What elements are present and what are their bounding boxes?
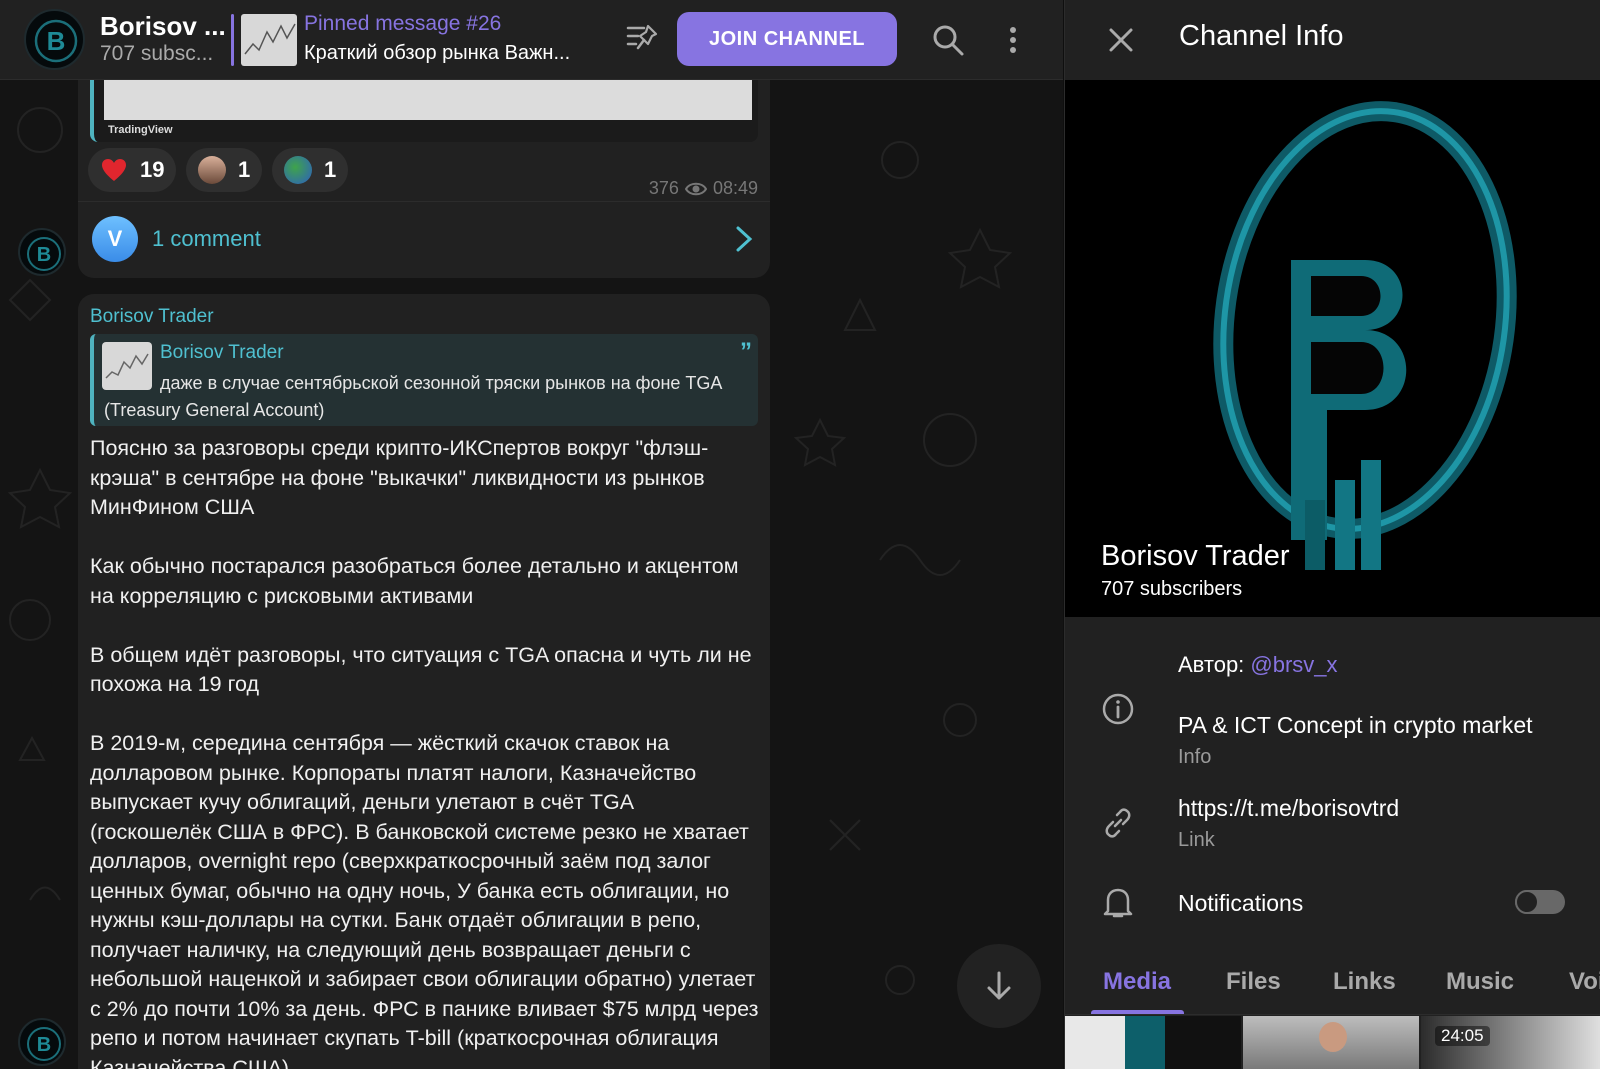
channel-avatar[interactable]: B (24, 9, 85, 70)
toggle-knob (1515, 890, 1539, 914)
tab-links[interactable]: Links (1333, 968, 1396, 996)
person-sticker-icon (198, 156, 226, 184)
reaction-count: 1 (324, 157, 337, 182)
channel-info-panel: Channel Info Borisov Trader 707 subscrib… (1064, 0, 1600, 1069)
pinned-indicator (231, 14, 234, 66)
chat-header: B Borisov ... 707 subsc... Pinned messag… (0, 0, 1063, 80)
svg-text:B: B (37, 1034, 51, 1056)
message-text: Поясню за разговоры среди крипто-ИКСперт… (90, 434, 760, 1069)
subscriber-count: 707 subscribers (1101, 578, 1243, 600)
channel-description[interactable]: PA & ICT Concept in crypto market (1178, 712, 1533, 739)
message-author[interactable]: Borisov Trader (90, 306, 214, 328)
close-icon[interactable] (1105, 24, 1137, 56)
video-duration: 24:05 (1435, 1026, 1490, 1046)
tabs-divider (1065, 1014, 1600, 1015)
channel-photo[interactable]: Borisov Trader 707 subscribers (1065, 80, 1600, 617)
media-tabs: Media Files Links Music Voi (1065, 960, 1600, 1014)
channel-author[interactable]: Автор: @brsv_x (1178, 652, 1338, 678)
chevron-right-icon (736, 226, 753, 252)
notifications-toggle[interactable] (1515, 890, 1565, 914)
message-paragraph: В общем идёт разговоры, что ситуация с T… (90, 642, 752, 697)
reaction-globe[interactable]: 1 (272, 148, 349, 192)
quote-icon: ” (740, 338, 752, 365)
notifications-label: Notifications (1178, 890, 1304, 916)
reply-quote[interactable]: Borisov Trader ” даже в случае сентябрьс… (90, 334, 758, 426)
view-count: 376 (648, 178, 679, 198)
message-paragraph: Поясню за разговоры среди крипто-ИКСперт… (90, 436, 709, 519)
author-handle-link[interactable]: @brsv_x (1250, 652, 1337, 677)
globe-sticker-icon (284, 156, 312, 184)
channel-link[interactable]: https://t.me/borisovtrd (1178, 795, 1399, 822)
avatar: V (92, 216, 138, 262)
subscriber-count: 707 subsc... (100, 42, 214, 65)
channel-title[interactable]: Borisov ... (100, 11, 226, 42)
message-paragraph: В 2019-м, середина сентября — жёсткий ск… (90, 731, 759, 1069)
pinned-list-icon[interactable] (624, 20, 660, 56)
message-bubble[interactable]: Borisov Trader Borisov Trader ” даже в с… (78, 294, 770, 1069)
chart-image-preview (104, 80, 752, 120)
info-icon (1102, 693, 1134, 725)
reaction-count: 19 (140, 157, 165, 182)
message-bubble[interactable]: TradingView 19 1 1 376 08:49 V 1 comment (78, 64, 770, 278)
info-header: Channel Info (1065, 0, 1600, 80)
media-thumbnail[interactable] (1065, 1016, 1241, 1069)
comments-label: 1 comment (152, 226, 261, 251)
message-time: 08:49 (712, 178, 758, 198)
tab-media[interactable]: Media (1103, 968, 1171, 996)
reaction-heart[interactable]: 19 (88, 148, 177, 192)
quote-author: Borisov Trader (160, 342, 284, 363)
tab-files[interactable]: Files (1226, 968, 1281, 996)
search-icon[interactable] (930, 22, 966, 58)
comments-button[interactable]: V 1 comment (78, 201, 770, 278)
tradingview-watermark: TradingView (108, 124, 173, 136)
heart-icon (100, 156, 128, 184)
scroll-down-button[interactable] (957, 944, 1041, 1028)
bell-icon (1103, 888, 1133, 918)
channel-avatar[interactable]: B (18, 228, 66, 276)
chart-image[interactable]: TradingView (90, 80, 758, 142)
description-label: Info (1178, 746, 1212, 768)
panel-title: Channel Info (1179, 20, 1344, 52)
svg-text:B: B (37, 244, 51, 266)
chat-area: TradingView 19 1 1 376 08:49 V 1 comment (0, 0, 1063, 1069)
tab-music[interactable]: Music (1446, 968, 1514, 996)
pinned-thumbnail[interactable] (241, 14, 297, 66)
join-channel-button[interactable]: JOIN CHANNEL (677, 12, 897, 66)
author-prefix: Автор: (1178, 652, 1251, 677)
tab-voice[interactable]: Voi (1569, 968, 1600, 996)
channel-name: Borisov Trader (1101, 540, 1290, 572)
message-meta: 376 08:49 (649, 178, 758, 199)
pinned-message-title[interactable]: Pinned message #26 (304, 12, 501, 36)
eye-icon (684, 182, 707, 195)
quote-text: даже в случае сентябрьской сезонной тряс… (104, 373, 722, 420)
arrow-down-icon (987, 971, 1011, 1000)
media-thumbnail[interactable] (1243, 1016, 1419, 1069)
link-icon (1105, 808, 1131, 838)
reaction-person[interactable]: 1 (186, 148, 263, 192)
reaction-count: 1 (238, 157, 251, 182)
message-paragraph: Как обычно постарался разобраться более … (90, 554, 739, 608)
pinned-message-text[interactable]: Краткий обзор рынка Важн... (304, 42, 570, 65)
person-photo (1319, 1022, 1347, 1052)
svg-text:B: B (47, 26, 66, 56)
channel-logo (1213, 101, 1517, 570)
more-vertical-icon[interactable] (998, 22, 1028, 58)
link-label: Link (1178, 829, 1215, 851)
channel-avatar[interactable]: B (18, 1018, 66, 1066)
